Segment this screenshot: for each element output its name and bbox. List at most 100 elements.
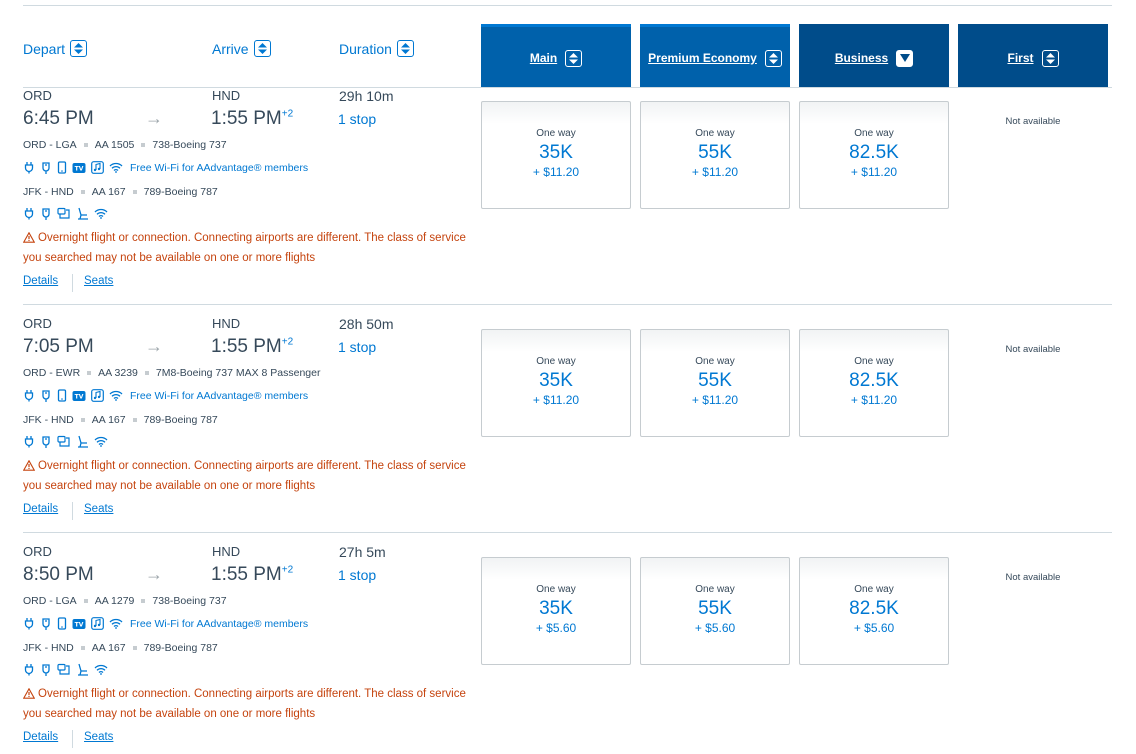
lie-flat-seat-icon xyxy=(78,435,88,448)
free-wifi-link[interactable]: Free Wi-Fi for AAdvantage® members xyxy=(130,162,308,174)
fare-cell-premium-economy[interactable]: One way 55K + $11.20 xyxy=(640,329,790,437)
segment-aircraft: 789-Boeing 787 xyxy=(143,414,218,426)
svg-text:TV: TV xyxy=(75,165,84,172)
fare-cell-business[interactable]: One way 82.5K + $11.20 xyxy=(799,329,949,437)
segment-1-info: ORD - LGA AA 1505 738-Boeing 737 xyxy=(23,139,227,151)
arrive-time: 1:55 PM xyxy=(211,108,282,129)
seats-link[interactable]: Seats xyxy=(84,275,113,287)
segment-1-info: ORD - EWR AA 3239 7M8-Boeing 737 MAX 8 P… xyxy=(23,367,320,379)
fare-label: One way xyxy=(854,356,894,367)
flight-row: ORD 8:50 PM → HND 1:55 PM+2 27h 5m 1 sto… xyxy=(0,544,1136,754)
fare-cell-main[interactable]: One way 35K + $11.20 xyxy=(481,101,631,209)
live-tv-icon: TV xyxy=(72,618,86,629)
details-link[interactable]: Details xyxy=(23,275,58,287)
fare-tax: + $11.20 xyxy=(850,165,898,179)
usb-power-icon xyxy=(42,436,50,448)
segment-route: ORD - LGA xyxy=(23,595,77,607)
sort-icon xyxy=(1041,49,1059,67)
segment-aircraft: 789-Boeing 787 xyxy=(143,186,218,198)
separator-dot xyxy=(144,371,149,375)
warning-text: Overnight flight or connection. Connecti… xyxy=(23,232,466,264)
segment-aircraft: 7M8-Boeing 737 MAX 8 Passenger xyxy=(155,367,321,379)
top-divider xyxy=(23,5,1112,6)
fare-tax: + $11.20 xyxy=(691,393,739,407)
depart-header-label: Depart xyxy=(23,40,66,57)
day-offset: +2 xyxy=(281,108,294,120)
fare-cell-premium-economy[interactable]: One way 55K + $5.60 xyxy=(640,557,790,665)
details-link[interactable]: Details xyxy=(23,731,58,743)
sort-duration[interactable]: Duration xyxy=(339,40,414,57)
fare-cell-main[interactable]: One way 35K + $5.60 xyxy=(481,557,631,665)
fare-points: 35K xyxy=(539,598,573,619)
free-wifi-link[interactable]: Free Wi-Fi for AAdvantage® members xyxy=(130,618,308,630)
stops-link[interactable]: 1 stop xyxy=(338,111,376,127)
duration-header-label: Duration xyxy=(339,40,392,57)
fare-points: 55K xyxy=(698,370,732,391)
wifi-icon xyxy=(109,162,123,173)
seatback-entertainment-icon xyxy=(57,207,70,219)
cabin-header-premium-economy[interactable]: Premium Economy xyxy=(640,24,790,87)
warning-text: Overnight flight or connection. Connecti… xyxy=(23,460,466,492)
segment-1-info: ORD - LGA AA 1279 738-Boeing 737 xyxy=(23,595,227,607)
segment-flight: AA 1279 xyxy=(94,595,135,607)
fare-cell-premium-economy[interactable]: One way 55K + $11.20 xyxy=(640,101,790,209)
stops-link[interactable]: 1 stop xyxy=(338,567,376,583)
sort-icon xyxy=(253,40,271,57)
seats-link[interactable]: Seats xyxy=(84,731,113,743)
depart-time: 8:50 PM xyxy=(23,564,94,585)
segment-aircraft: 789-Boeing 787 xyxy=(143,642,218,654)
sort-arrive[interactable]: Arrive xyxy=(212,40,271,57)
usb-power-icon xyxy=(42,390,50,402)
arrow-right-icon: → xyxy=(145,108,163,128)
arrow-right-icon: → xyxy=(145,564,163,584)
warning-icon xyxy=(23,232,35,243)
separator-dot xyxy=(87,371,92,375)
sort-depart[interactable]: Depart xyxy=(23,40,88,57)
separator-dot xyxy=(83,599,88,603)
usb-power-icon xyxy=(42,208,50,220)
cabin-header-first[interactable]: First xyxy=(958,24,1108,87)
fare-cell-business[interactable]: One way 82.5K + $5.60 xyxy=(799,557,949,665)
usb-power-icon xyxy=(42,664,50,676)
separator-dot xyxy=(132,646,137,650)
separator-dot xyxy=(141,599,146,603)
cabin-header-business[interactable]: Business xyxy=(799,24,949,87)
fare-tax: + $11.20 xyxy=(691,165,739,179)
separator-dot xyxy=(141,143,146,147)
details-link[interactable]: Details xyxy=(23,503,58,515)
segment-2-amenities xyxy=(23,435,108,448)
seatback-entertainment-icon xyxy=(57,435,70,447)
seatback-entertainment-icon xyxy=(57,663,70,675)
cabin-header-label: Main xyxy=(529,51,558,65)
depart-time: 7:05 PM xyxy=(23,336,94,357)
dest-code: HND xyxy=(212,88,241,103)
live-tv-icon: TV xyxy=(72,390,86,401)
wifi-icon xyxy=(94,208,108,219)
cabin-header-label: First xyxy=(1007,51,1034,65)
wifi-icon xyxy=(94,664,108,675)
power-outlet-icon xyxy=(24,436,34,448)
music-icon xyxy=(91,617,104,630)
separator-dot xyxy=(80,190,85,194)
segment-2-info: JFK - HND AA 167 789-Boeing 787 xyxy=(23,642,218,654)
seats-link[interactable]: Seats xyxy=(84,503,113,515)
segment-flight: AA 167 xyxy=(91,642,126,654)
fare-cell-business[interactable]: One way 82.5K + $11.20 xyxy=(799,101,949,209)
arrive-time: 1:55 PM xyxy=(211,564,282,585)
cabin-header-main[interactable]: Main xyxy=(481,24,631,87)
sort-icon xyxy=(70,40,88,57)
svg-text:TV: TV xyxy=(75,621,84,628)
fare-cell-main[interactable]: One way 35K + $11.20 xyxy=(481,329,631,437)
sort-icon xyxy=(396,40,414,57)
fare-label: One way xyxy=(854,128,894,139)
free-wifi-link[interactable]: Free Wi-Fi for AAdvantage® members xyxy=(130,390,308,402)
flight-row: ORD 7:05 PM → HND 1:55 PM+2 28h 50m 1 st… xyxy=(0,316,1136,544)
separator-dot xyxy=(83,143,88,147)
warning-icon xyxy=(23,460,35,471)
fare-points: 55K xyxy=(698,142,732,163)
music-icon xyxy=(91,389,104,402)
arrive-time-wrap: 1:55 PM+2 xyxy=(211,564,293,586)
fare-label: One way xyxy=(695,356,735,367)
dest-code: HND xyxy=(212,316,241,331)
stops-link[interactable]: 1 stop xyxy=(338,339,376,355)
